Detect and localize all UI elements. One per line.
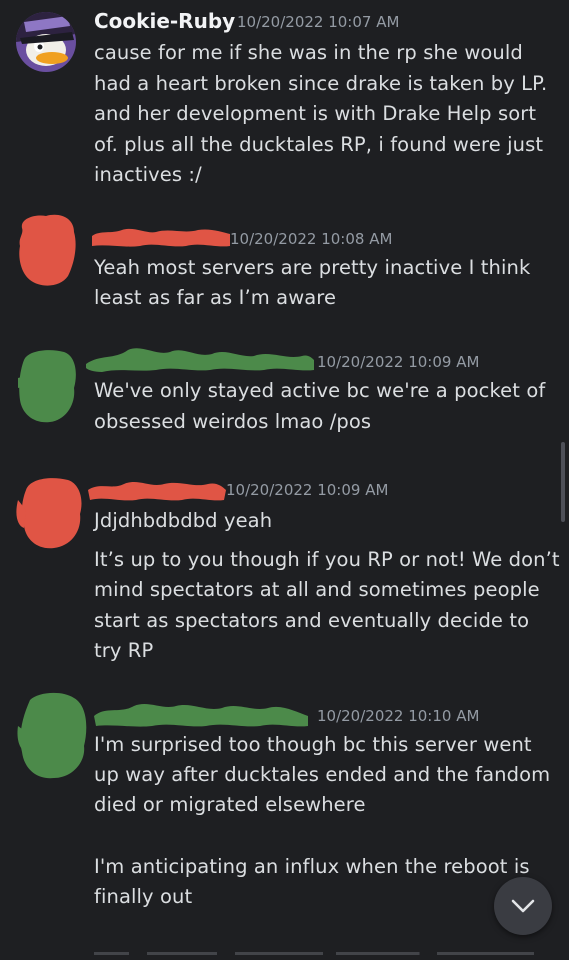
message-text: had a heart broken since drake is taken …: [94, 72, 548, 95]
message-timestamp: 10/20/2022 10:09 AM: [317, 353, 480, 371]
message-text: It’s up to you though if you RP or not! …: [94, 548, 560, 571]
message-text: We've only stayed active bc we're a pock…: [94, 379, 546, 402]
chat-message-list[interactable]: Cookie-Ruby 10/20/2022 10:07 AM cause fo…: [0, 0, 569, 960]
message-group: 10/20/2022 10:08 AM Yeah most servers ar…: [0, 200, 569, 330]
cut-off-message-line: [94, 944, 544, 960]
username[interactable]: Cookie-Ruby: [94, 9, 235, 33]
message-text: Jdjdhbdbdbd yeah: [94, 509, 273, 532]
message-text: died or migrated elsewhere: [94, 793, 366, 816]
username-redaction-scribble: [94, 704, 308, 727]
message-group: 10/20/2022 10:09 AM Jdjdhbdbdbd yeah It’…: [0, 462, 569, 674]
username-redaction-scribble: [86, 348, 314, 372]
message-text: of. plus all the ducktales RP, i found w…: [94, 133, 544, 156]
message-text: mind spectators at all and sometimes peo…: [94, 578, 540, 601]
username-redaction-scribble: [88, 482, 226, 501]
message-text: cause for me if she was in the rp she wo…: [94, 41, 523, 64]
message-text: least as far as I’m aware: [94, 286, 337, 309]
avatar-redaction: [16, 210, 76, 286]
message-group: Cookie-Ruby 10/20/2022 10:07 AM cause fo…: [0, 0, 569, 200]
redaction-scribble-icon: [16, 478, 82, 549]
message-text: start as spectators and eventually decid…: [94, 609, 530, 632]
message-timestamp: 10/20/2022 10:09 AM: [226, 481, 389, 499]
username-redaction-scribble: [92, 228, 230, 247]
avatar-redaction: [16, 470, 82, 549]
avatar-redaction: [16, 690, 87, 779]
message-text: up way after ducktales ended and the fan…: [94, 763, 551, 786]
avatar-redaction: [16, 346, 76, 423]
message-group: 10/20/2022 10:09 AM We've only stayed ac…: [0, 334, 569, 450]
message-timestamp: 10/20/2022 10:07 AM: [237, 13, 400, 31]
message-text: finally out: [94, 885, 193, 908]
message-text: obsessed weirdos lmao /pos: [94, 410, 372, 433]
message-timestamp: 10/20/2022 10:10 AM: [317, 707, 480, 725]
redaction-scribble-icon: [19, 214, 76, 286]
scrollbar-thumb[interactable]: [561, 442, 565, 522]
duck-character-icon: [16, 12, 76, 72]
message-text: and her development is with Drake Help s…: [94, 102, 537, 125]
message-group: 10/20/2022 10:10 AM I'm surprised too th…: [0, 690, 569, 930]
message-text: try RP: [94, 639, 154, 662]
message-text: I'm anticipating an influx when the rebo…: [94, 855, 530, 878]
message-text: inactives :/: [94, 163, 202, 186]
chevron-down-icon: [511, 899, 535, 913]
redaction-scribble-icon: [18, 350, 76, 423]
message-text: Yeah most servers are pretty inactive I …: [94, 256, 531, 279]
redaction-scribble-icon: [17, 692, 87, 779]
duck-character-avatar[interactable]: [16, 12, 76, 72]
jump-to-latest-button[interactable]: [494, 877, 552, 935]
message-timestamp: 10/20/2022 10:08 AM: [230, 230, 393, 248]
message-text: I'm surprised too though bc this server …: [94, 733, 532, 756]
